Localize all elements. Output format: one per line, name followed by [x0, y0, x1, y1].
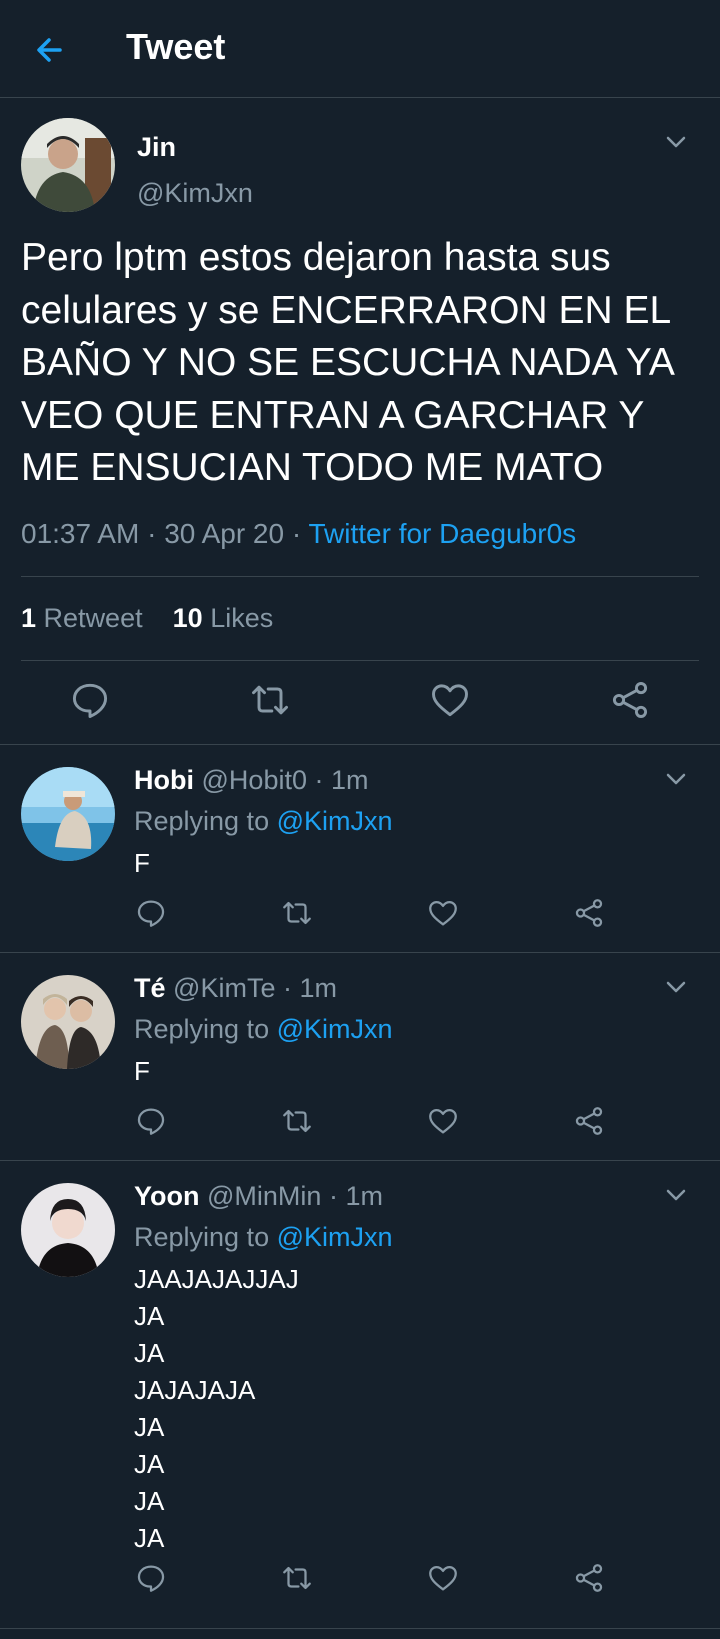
reply-dot: ·: [282, 973, 292, 1003]
reply-icon[interactable]: [134, 1561, 168, 1595]
reply-icon[interactable]: [134, 1104, 168, 1138]
reply-line: JA: [134, 1301, 165, 1331]
chevron-down-icon[interactable]: [662, 1181, 690, 1209]
back-arrow-icon[interactable]: [30, 30, 70, 70]
retweet-stat[interactable]: 1 Retweet: [21, 603, 143, 633]
reply-action-bar: [0, 896, 720, 936]
replying-label: Replying to: [134, 1222, 270, 1252]
like-count: 10: [172, 603, 203, 633]
top-bar: Tweet: [0, 0, 720, 98]
reply-icon[interactable]: [68, 678, 112, 722]
reply-tweet[interactable]: Té @KimTe · 1m Replying to @KimJxn F: [0, 952, 720, 1161]
like-stat[interactable]: 10 Likes: [173, 603, 274, 633]
retweet-count: 1: [21, 603, 37, 633]
reply-line: JA: [134, 1449, 165, 1479]
reply-text: F: [134, 845, 150, 882]
reply-dot: ·: [314, 765, 324, 795]
reply-header: Té @KimTe · 1m: [134, 973, 337, 1004]
tweet-source-link[interactable]: Twitter for Daegubr0s: [308, 518, 576, 549]
reply-author-handle[interactable]: @MinMin: [207, 1181, 321, 1211]
chevron-down-icon[interactable]: [662, 973, 690, 1001]
divider: [21, 576, 699, 577]
share-icon[interactable]: [572, 1104, 606, 1138]
replying-to: Replying to @KimJxn: [134, 806, 393, 837]
reply-dot: ·: [328, 1181, 338, 1211]
author-avatar[interactable]: [21, 118, 115, 212]
reply-time: 1m: [299, 973, 338, 1003]
divider: [21, 660, 699, 661]
reply-tweet[interactable]: Hobi @Hobit0 · 1m Replying to @KimJxn F: [0, 744, 720, 953]
reply-line: JAAJAJAJJAJ: [134, 1264, 299, 1294]
reply-line: F: [134, 1056, 150, 1086]
reply-tweet[interactable]: Yoon @MinMin · 1m Replying to @KimJxn JA…: [0, 1160, 720, 1629]
reply-line: JA: [134, 1523, 165, 1553]
reply-author-name[interactable]: Yoon: [134, 1181, 199, 1211]
tweet-time: 01:37 AM: [21, 518, 140, 549]
reply-author-name[interactable]: Té: [134, 973, 166, 1003]
reply-time: 1m: [345, 1181, 383, 1211]
reply-author-handle[interactable]: @KimTe: [173, 973, 275, 1003]
replying-label: Replying to: [134, 806, 270, 836]
reply-line: JA: [134, 1338, 165, 1368]
divider: [0, 1628, 720, 1629]
reply-icon[interactable]: [134, 896, 168, 930]
retweet-icon[interactable]: [248, 678, 292, 722]
tweet-meta: 01:37 AM · 30 Apr 20 · Twitter for Daegu…: [21, 518, 576, 550]
reply-line: F: [134, 848, 150, 878]
page-title: Tweet: [126, 26, 226, 67]
author-name[interactable]: Jin: [137, 132, 176, 163]
share-icon[interactable]: [572, 896, 606, 930]
reply-avatar[interactable]: [21, 1183, 115, 1277]
heart-icon[interactable]: [426, 896, 460, 930]
replying-to: Replying to @KimJxn: [134, 1222, 393, 1253]
replying-to: Replying to @KimJxn: [134, 1014, 393, 1045]
reply-avatar[interactable]: [21, 975, 115, 1069]
replying-to-handle[interactable]: @KimJxn: [277, 806, 393, 836]
tweet-action-bar: [0, 678, 720, 728]
reply-text: JAAJAJAJJAJ JA JA JAJAJAJA JA JA JA JA: [134, 1261, 299, 1557]
retweet-icon[interactable]: [280, 896, 314, 930]
meta-separator: ·: [291, 518, 302, 549]
retweet-icon[interactable]: [280, 1561, 314, 1595]
replying-to-handle[interactable]: @KimJxn: [277, 1222, 393, 1252]
share-icon[interactable]: [608, 678, 652, 722]
reply-time: 1m: [331, 765, 369, 795]
reply-avatar[interactable]: [21, 767, 115, 861]
reply-action-bar: [0, 1561, 720, 1601]
reply-author-name[interactable]: Hobi: [134, 765, 194, 795]
tweet-text: Pero lptm estos dejaron hasta sus celula…: [21, 236, 673, 489]
tweet-stats: 1 Retweet 10 Likes: [21, 603, 273, 634]
chevron-down-icon[interactable]: [662, 765, 690, 793]
tweet-date: 30 Apr 20: [164, 518, 285, 549]
replying-label: Replying to: [134, 1014, 270, 1044]
retweet-icon[interactable]: [280, 1104, 314, 1138]
reply-header: Hobi @Hobit0 · 1m: [134, 765, 369, 796]
reply-line: JA: [134, 1412, 165, 1442]
replying-to-handle[interactable]: @KimJxn: [277, 1014, 393, 1044]
chevron-down-icon[interactable]: [662, 128, 690, 156]
author-handle[interactable]: @KimJxn: [137, 178, 253, 209]
meta-separator: ·: [147, 518, 157, 549]
share-icon[interactable]: [572, 1561, 606, 1595]
reply-action-bar: [0, 1104, 720, 1144]
reply-line: JA: [134, 1486, 165, 1516]
reply-text: F: [134, 1053, 150, 1090]
heart-icon[interactable]: [426, 1104, 460, 1138]
reply-line: JAJAJAJA: [134, 1375, 256, 1405]
heart-icon[interactable]: [426, 1561, 460, 1595]
heart-icon[interactable]: [428, 678, 472, 722]
reply-author-handle[interactable]: @Hobit0: [202, 765, 307, 795]
like-label: Likes: [210, 603, 274, 633]
reply-header: Yoon @MinMin · 1m: [134, 1181, 383, 1212]
retweet-label: Retweet: [43, 603, 143, 633]
